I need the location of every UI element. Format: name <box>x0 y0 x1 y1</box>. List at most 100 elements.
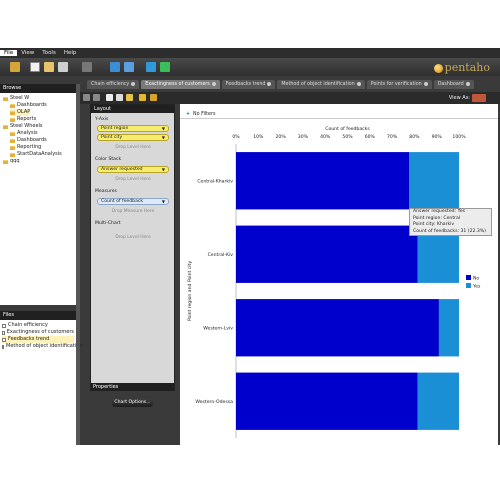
filter-icon[interactable] <box>126 94 133 101</box>
redo-icon[interactable] <box>93 94 100 101</box>
bar-segment-no <box>236 372 418 430</box>
report-tabs: Chain efficiency Exactingness of customer… <box>87 80 500 89</box>
tree-item[interactable]: Reports <box>10 116 36 123</box>
left-splitter[interactable] <box>76 84 80 445</box>
new-dashboard-icon[interactable] <box>58 62 68 72</box>
x-tick-label: 80% <box>409 134 420 140</box>
category-label: Central-Kharkiv <box>197 178 233 184</box>
browse-tree: Steel W Dashboards OLAP Reports Steel Wheels… <box>0 93 76 305</box>
layout-panel: Layout Y-Axis Point region ▼ Point city ▼ … <box>90 104 175 384</box>
layout-header: Layout <box>91 105 174 113</box>
folder-icon <box>10 138 15 143</box>
grid-icon[interactable] <box>116 94 123 101</box>
add-filter-icon[interactable]: + <box>186 112 190 117</box>
tree-item[interactable]: OLAP <box>10 109 31 116</box>
close-tab-icon[interactable] <box>423 81 428 86</box>
bar-segment-yes <box>438 299 459 357</box>
file-item[interactable]: Feedbacks trend <box>2 336 74 343</box>
x-tick-label: 90% <box>432 134 443 140</box>
menu-tools[interactable]: Tools <box>38 50 60 56</box>
save-icon[interactable] <box>110 62 120 72</box>
file-item-label: Method of object identification <box>6 343 83 349</box>
x-tick-label: 0% <box>232 134 240 140</box>
y-axis-field-point-region[interactable]: Point region ▼ <box>97 125 169 132</box>
tree-item-label: OLAP <box>17 109 31 115</box>
tree-item[interactable]: qqq <box>3 158 20 165</box>
close-tab-icon[interactable] <box>131 81 136 86</box>
tree-item[interactable]: StartDataAnalysis <box>10 151 62 158</box>
tab[interactable]: Method of object identification <box>277 80 365 89</box>
tree-item[interactable]: Analysis <box>10 130 38 137</box>
browse-panel-header: Browse <box>0 84 76 93</box>
close-tab-icon[interactable] <box>356 81 361 86</box>
refresh-icon[interactable] <box>160 62 170 72</box>
chart-type-selector[interactable] <box>472 94 486 102</box>
layout-toggle-icon[interactable] <box>106 94 113 101</box>
bar-segment-no <box>236 225 418 283</box>
bar-segment-yes <box>409 152 459 210</box>
tab[interactable]: Exactingness of customers <box>141 80 220 89</box>
report-toolbar: View As: <box>80 92 500 104</box>
file-item-label: Chain efficiency <box>8 322 48 328</box>
open-folder-icon[interactable] <box>10 62 20 72</box>
measures-drop-zone[interactable]: Drop Measure Here <box>97 209 169 214</box>
file-item[interactable]: Exactingness of customers <box>2 329 74 336</box>
monitor-icon[interactable] <box>146 62 156 72</box>
y-axis-field-point-city[interactable]: Point city ▼ <box>97 134 169 141</box>
tab[interactable]: Points for verification <box>366 80 432 89</box>
menu-help[interactable]: Help <box>60 50 81 56</box>
tooltip-line: Answer requested: Yes <box>413 209 466 214</box>
file-item[interactable]: Chain efficiency <box>2 322 74 329</box>
folder-icon <box>3 96 8 101</box>
new-report-icon[interactable] <box>30 62 40 72</box>
legend-label: No <box>473 275 479 281</box>
tree-item-label: Reporting <box>17 144 42 150</box>
tab[interactable]: Feedbacks trend <box>221 80 276 89</box>
tab-label: Chain efficiency <box>91 82 130 87</box>
menu-view[interactable]: View <box>17 50 38 56</box>
tooltip-line: Point city: Kharkiv <box>413 222 455 228</box>
x-tick-label: 50% <box>342 134 353 140</box>
chart-tooltip: Answer requested: Yes Point region: Cent… <box>409 208 492 236</box>
y-axis-label: Y-Axis <box>95 117 109 122</box>
bar-segment-no <box>236 299 439 357</box>
chart-options-button[interactable]: Chart Options... <box>112 399 153 407</box>
totals-icon[interactable] <box>150 94 157 101</box>
tab[interactable]: Dashboard <box>433 80 474 89</box>
y-axis-drop-zone[interactable]: Drop Level Here <box>97 145 169 150</box>
tree-item-label: Dashboards <box>17 102 47 108</box>
close-tab-icon[interactable] <box>211 81 216 86</box>
tree-item[interactable]: Steel W <box>3 95 29 102</box>
sort-icon[interactable] <box>139 94 146 101</box>
close-tab-icon[interactable] <box>267 81 272 86</box>
filter-bar[interactable]: + No Filters <box>180 111 498 119</box>
new-analysis-icon[interactable] <box>44 62 54 72</box>
tree-item[interactable]: Dashboards <box>10 102 47 109</box>
file-item-label: Exactingness of customers <box>6 329 74 335</box>
tree-item[interactable]: Reporting <box>10 144 41 151</box>
color-stack-field-answer-requested[interactable]: Answer requested ▼ <box>97 166 169 173</box>
legend-swatch-no <box>466 275 471 280</box>
tab-label: Exactingness of customers <box>145 82 210 87</box>
color-stack-label: Color Stack <box>95 157 122 162</box>
tree-item[interactable]: Steel Wheels <box>3 123 43 130</box>
color-stack-drop-zone[interactable]: Drop Level Here <box>97 177 169 182</box>
tab-label: Points for verification <box>370 82 422 87</box>
undo-icon[interactable] <box>83 94 90 101</box>
measure-field-count-of-feedback[interactable]: Count of feedback ▼ <box>97 198 169 205</box>
stacked-bar-chart: Count of feedbacks 0% 10% 20% 30% 40% 50% 60% 70… <box>187 126 481 438</box>
tab-label: Dashboard <box>437 82 464 87</box>
folder-icon <box>3 159 8 164</box>
edit-icon[interactable] <box>82 62 92 72</box>
x-tick-label: 40% <box>320 134 331 140</box>
close-tab-icon[interactable] <box>465 81 470 86</box>
tooltip-line: Count of feedbacks: 31 (22.3%) <box>413 228 486 234</box>
file-item[interactable]: Method of object identification <box>2 343 82 350</box>
menu-file[interactable]: File <box>0 50 18 56</box>
multi-chart-drop-zone[interactable]: Drop Level Here <box>97 235 169 240</box>
folder-icon <box>3 124 8 129</box>
tab[interactable]: Chain efficiency <box>87 80 140 89</box>
tree-item[interactable]: Dashboards <box>10 137 47 144</box>
save-as-icon[interactable] <box>124 62 134 72</box>
browse-title: Browse <box>3 85 22 91</box>
